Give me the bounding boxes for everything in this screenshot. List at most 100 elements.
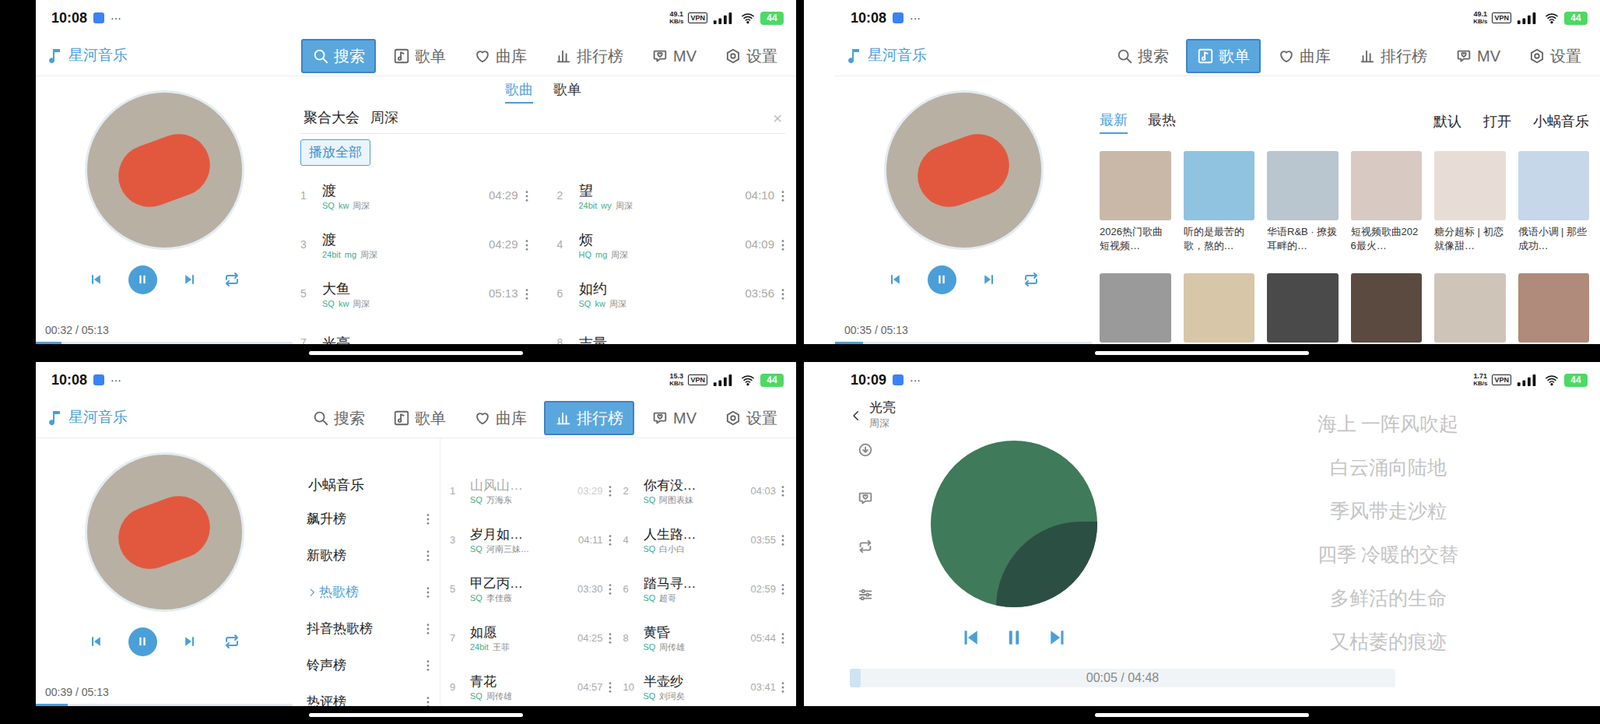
next-icon[interactable] (981, 271, 997, 288)
nav-label[interactable]: 设置 (746, 44, 778, 68)
song-title[interactable]: 望 (578, 181, 740, 200)
chart-board[interactable]: 热评榜 (300, 683, 440, 706)
playlist-cover[interactable] (1350, 150, 1423, 221)
playlist-card[interactable]: 2026热门歌曲 短视频… (1099, 150, 1172, 253)
song-title[interactable]: 烦 (578, 230, 740, 250)
sub-tab[interactable]: 歌单 (553, 79, 582, 104)
action-button[interactable]: 小蜗音乐 (1533, 111, 1590, 133)
playlist-card[interactable] (1350, 273, 1423, 343)
sub-tab[interactable]: 最新 (1099, 109, 1128, 134)
album-cover[interactable] (884, 90, 1044, 250)
board-label[interactable]: 抖音热歌榜 (306, 618, 373, 639)
clear-button[interactable]: × (772, 106, 783, 130)
playlist-title[interactable]: 俄语小调 | 那些成功… (1518, 224, 1590, 253)
song-title[interactable]: 如约 (578, 279, 740, 299)
song-title[interactable]: 半壶纱 (643, 672, 747, 691)
nav-label[interactable]: 歌单 (414, 44, 446, 68)
nav-label[interactable]: 设置 (746, 406, 778, 430)
board-label[interactable]: 新歌榜 (306, 545, 347, 566)
more-icon[interactable] (524, 287, 530, 301)
song-row[interactable]: 7如愿24bit王菲04:25 (449, 613, 613, 663)
playlist-cover[interactable] (1434, 273, 1506, 343)
board-label[interactable]: 热评榜 (306, 691, 347, 706)
pause-icon[interactable] (1002, 625, 1026, 650)
repeat-icon[interactable] (1021, 270, 1041, 289)
more-icon[interactable] (780, 484, 786, 498)
more-icon[interactable] (425, 695, 431, 707)
song-row[interactable]: 8吉量 (557, 318, 786, 344)
song-row[interactable]: 9青花SQ周传雄04:57 (449, 662, 613, 706)
playlist-title[interactable]: 糖分超标 | 初恋就像甜… (1434, 224, 1506, 253)
album-cover[interactable] (930, 440, 1098, 608)
song-row[interactable]: 3岁月如…SQ河南三妹…04:11 (449, 515, 613, 565)
song-row[interactable]: 1山风山…SQ万海东03:29 (449, 466, 613, 516)
nav-label[interactable]: MV (673, 44, 697, 68)
nav-label[interactable]: 设置 (1550, 44, 1582, 68)
playlist-card[interactable] (1518, 273, 1590, 343)
nav-tab[interactable]: MV (640, 38, 708, 74)
song-row[interactable]: 7光亮 (300, 318, 530, 344)
search-field[interactable]: 聚合大会周深× (300, 102, 786, 134)
playlist-card[interactable]: 听的是最苦的歌，熬的… (1183, 150, 1256, 253)
nav-label[interactable]: 搜索 (1137, 44, 1169, 68)
more-icon[interactable] (425, 512, 431, 526)
repeat-icon[interactable] (222, 631, 242, 651)
nav-tab[interactable]: 排行榜 (1347, 38, 1439, 74)
song-row[interactable]: 10半壶纱SQ刘珂矣03:41 (623, 662, 786, 706)
more-icon[interactable] (780, 287, 786, 301)
song-title[interactable]: 黄昏 (643, 623, 747, 642)
song-title[interactable]: 大鱼 (322, 279, 483, 299)
play-all-button[interactable]: 播放全部 (300, 139, 371, 166)
chart-board[interactable]: 飙升榜 (300, 500, 440, 537)
equalizer-icon[interactable] (856, 585, 874, 604)
nav-tab[interactable]: 设置 (1517, 38, 1593, 74)
more-icon[interactable] (524, 238, 530, 252)
playlist-cover[interactable] (1518, 273, 1590, 343)
song-title[interactable]: 岁月如… (470, 525, 574, 544)
song-title[interactable]: 如愿 (470, 623, 573, 642)
playlist-card[interactable]: 短视频歌曲2026最火… (1350, 150, 1423, 253)
playlist-cover[interactable] (1099, 273, 1172, 343)
nav-label[interactable]: 歌单 (414, 406, 446, 430)
more-icon[interactable] (425, 585, 431, 599)
next-icon[interactable] (182, 271, 198, 288)
repeat-icon[interactable] (856, 537, 874, 555)
nav-tab[interactable]: 曲库 (463, 38, 538, 74)
comment-icon[interactable] (856, 489, 874, 507)
playlist-cover[interactable] (1518, 150, 1590, 221)
song-title[interactable]: 人生路… (643, 525, 747, 544)
playlist-card[interactable]: 华语R&B · 撩拨耳畔的… (1266, 150, 1339, 253)
song-row[interactable]: 6如约SQkw周深03:56 (557, 269, 786, 319)
next-icon[interactable] (1045, 625, 1070, 650)
more-icon[interactable] (607, 533, 613, 547)
action-button[interactable]: 打开 (1483, 111, 1512, 133)
more-icon[interactable] (607, 484, 613, 498)
download-icon[interactable] (856, 441, 874, 459)
playlist-cover[interactable] (1434, 150, 1506, 221)
board-label[interactable]: 铃声榜 (306, 655, 347, 676)
home-indicator[interactable] (308, 350, 523, 355)
home-indicator[interactable] (1094, 712, 1309, 717)
board-label[interactable]: 飙升榜 (306, 508, 347, 530)
previous-icon[interactable] (87, 271, 104, 288)
nav-label[interactable]: 排行榜 (576, 406, 624, 430)
play-pause-button[interactable] (927, 265, 957, 295)
song-title[interactable]: 青花 (470, 672, 573, 691)
playlist-cover[interactable] (1266, 273, 1339, 343)
playlist-title[interactable]: 听的是最苦的歌，熬的… (1183, 224, 1256, 253)
sub-tab[interactable]: 最热 (1147, 109, 1176, 134)
song-title[interactable]: 甲乙丙… (470, 574, 573, 593)
nav-label[interactable]: 曲库 (495, 406, 527, 430)
song-row[interactable]: 2你有没…SQ阿图表妹04:03 (623, 466, 786, 516)
song-title[interactable]: 踏马寻… (643, 574, 747, 593)
previous-icon[interactable] (958, 625, 983, 650)
song-row[interactable]: 3渡24bitmg周深04:29 (300, 220, 530, 270)
playlist-card[interactable] (1099, 273, 1172, 343)
nav-tab[interactable]: 搜索 (301, 400, 376, 436)
chart-board[interactable]: 铃声榜 (300, 646, 440, 684)
playlist-cover[interactable] (1350, 273, 1423, 343)
song-title[interactable]: 山风山… (470, 476, 573, 495)
song-title[interactable]: 光亮 (322, 333, 530, 345)
previous-icon[interactable] (87, 633, 104, 650)
more-icon[interactable] (780, 582, 786, 596)
